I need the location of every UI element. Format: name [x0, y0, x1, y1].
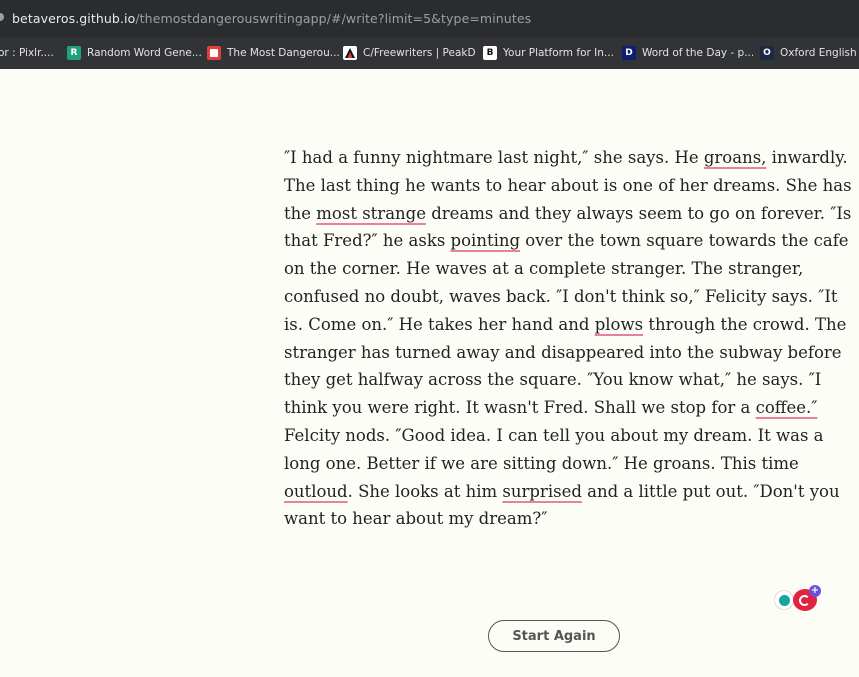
bookmark-oxford[interactable]: O Oxford English D — [760, 45, 859, 61]
spellcheck-flagged-word[interactable]: surprised — [502, 482, 582, 501]
grammar-extension-widget[interactable]: + — [771, 585, 823, 613]
b-box-icon: B — [483, 46, 497, 60]
bookmark-label: Your Platform for In... — [503, 47, 614, 59]
spellcheck-flagged-word[interactable]: coffee.″ — [756, 398, 818, 417]
story-line: ″I had a funny nightmare last night,″ sh… — [284, 148, 848, 167]
spellcheck-flagged-word[interactable]: outloud — [284, 482, 348, 501]
bookmark-label: Oxford English D — [780, 47, 859, 59]
story-line: they get halfway across the square. ″You… — [284, 370, 822, 390]
bookmark-most-dangerous[interactable]: The Most Dangerou... — [207, 45, 340, 61]
dictionary-icon: D — [622, 46, 636, 60]
story-line: think you were right. It wasn't Fred. Sh… — [284, 398, 818, 418]
bookmark-label: C/Freewriters | PeakD — [363, 47, 476, 59]
story-line: The last thing he wants to hear about is… — [284, 175, 852, 195]
bookmark-label: or : Pixlr.... — [0, 47, 54, 59]
story-line: long one. Better if we are sitting down.… — [284, 453, 799, 473]
red-square-icon — [207, 46, 221, 60]
story-line: is. Come on.″ He takes her hand and plow… — [284, 314, 847, 334]
bookmark-pixlr[interactable]: or : Pixlr.... — [0, 45, 54, 61]
story-line: confused no doubt, waves back. ″I don't … — [284, 286, 838, 306]
url-text[interactable]: betaveros.github.io/themostdangerouswrit… — [12, 11, 531, 26]
bookmark-freewriters[interactable]: C/Freewriters | PeakD — [343, 45, 476, 61]
bookmark-label: Word of the Day - p... — [642, 47, 755, 59]
site-info-icon[interactable] — [0, 13, 4, 21]
bookmark-label: Random Word Gene... — [87, 47, 202, 59]
r-letter-icon: R — [67, 46, 81, 60]
story-line: want to hear about my dream?″ — [284, 509, 548, 529]
peakd-icon — [343, 46, 357, 60]
bookmark-word-of-day[interactable]: D Word of the Day - p... — [622, 45, 754, 61]
story-line: that Fred?″ he asks pointing over the to… — [284, 231, 849, 251]
story-line: on the corner. He waves at a complete st… — [284, 259, 804, 279]
oxford-icon: O — [760, 46, 774, 60]
bookmark-random-word[interactable]: R Random Word Gene... — [67, 45, 202, 61]
story-line: stranger has turned away and disappeared… — [284, 342, 842, 362]
story-line: Felcity nods. ″Good idea. I can tell you… — [284, 425, 824, 445]
bookmark-label: The Most Dangerou... — [227, 47, 340, 59]
start-again-button[interactable]: Start Again — [488, 620, 620, 652]
story-line: the most strange dreams and they always … — [284, 203, 852, 223]
plus-badge-icon: + — [809, 585, 821, 597]
address-bar[interactable]: betaveros.github.io/themostdangerouswrit… — [0, 0, 859, 37]
spellcheck-flagged-word[interactable]: pointing — [451, 231, 521, 250]
spellcheck-flagged-word[interactable]: groans, — [704, 148, 767, 167]
lightbulb-icon[interactable] — [774, 590, 794, 610]
bookmarks-bar: or : Pixlr.... R Random Word Gene... The… — [0, 37, 859, 69]
story-line: outloud. She looks at him surprised and … — [284, 481, 840, 501]
bookmark-platform[interactable]: B Your Platform for In... — [483, 45, 614, 61]
writing-area[interactable]: ″I had a funny nightmare last night,″ sh… — [284, 144, 852, 533]
spellcheck-flagged-word[interactable]: most strange — [316, 204, 426, 223]
spellcheck-flagged-word[interactable]: plows — [595, 315, 643, 334]
